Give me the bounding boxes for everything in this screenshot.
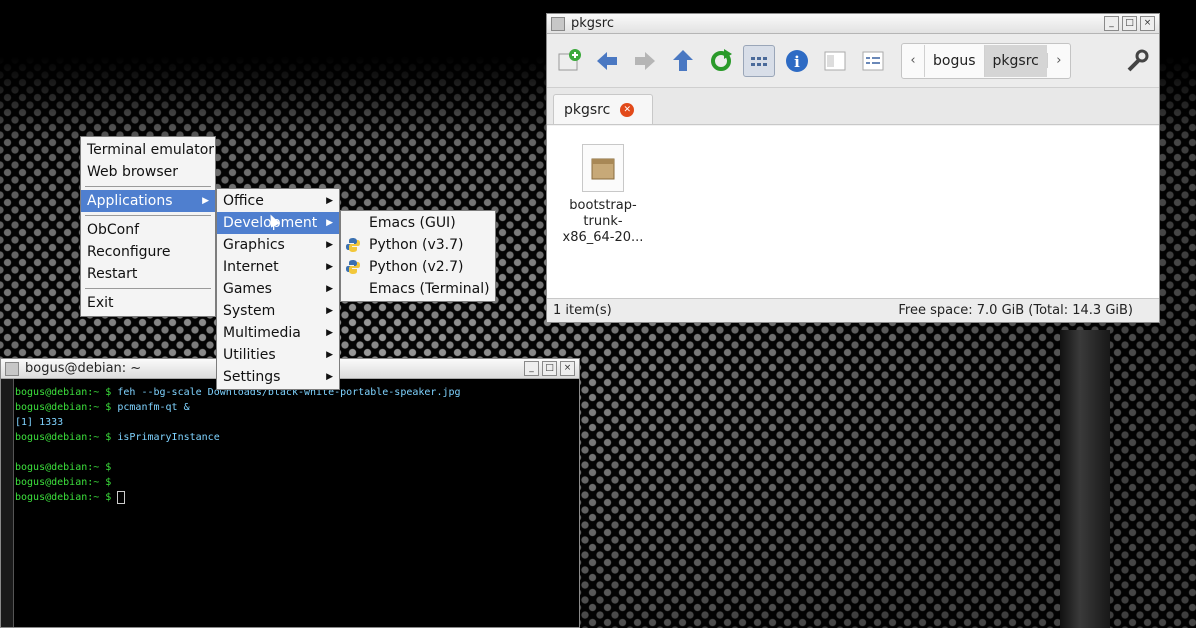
menu-item-internet[interactable]: Internet ▶	[217, 256, 339, 278]
tab-pkgsrc[interactable]: pkgsrc ✕	[553, 94, 653, 124]
info-icon[interactable]: i	[781, 45, 813, 77]
up-arrow-icon[interactable]	[667, 45, 699, 77]
terminal-line: bogus@debian:~ $	[15, 490, 461, 505]
file-manager-window[interactable]: pkgsrc _ □ × i ‹ bogus pkgsrc › pkgsrc ✕…	[546, 13, 1160, 323]
menu-item-label: Emacs (GUI)	[369, 215, 456, 231]
menu-item-office[interactable]: Office ▶	[217, 190, 339, 212]
minimize-button[interactable]: _	[1104, 16, 1119, 31]
submenu-arrow-icon: ▶	[326, 328, 333, 338]
menu-item-terminal-emulator[interactable]: Terminal emulator	[81, 139, 215, 161]
menu-item-restart[interactable]: Restart	[81, 263, 215, 285]
submenu-arrow-icon: ▶	[326, 306, 333, 316]
folder-app-icon	[551, 16, 565, 31]
menu-item-exit[interactable]: Exit	[81, 292, 215, 314]
submenu-arrow-icon: ▶	[326, 350, 333, 360]
path-crumb-current[interactable]: pkgsrc	[983, 44, 1047, 77]
menu-item-label: Settings	[223, 369, 281, 385]
menu-item-emacs-terminal[interactable]: Emacs (Terminal)	[341, 278, 495, 300]
menu-item-label: Internet	[223, 259, 279, 275]
toolbar: i ‹ bogus pkgsrc ›	[547, 34, 1159, 88]
path-scroll-right-button[interactable]: ›	[1046, 53, 1070, 68]
svg-text:i: i	[794, 53, 800, 71]
submenu-arrow-icon: ▶	[326, 284, 333, 294]
submenu-arrow-icon: ▶	[326, 240, 333, 250]
submenu-arrow-icon: ▶	[326, 372, 333, 382]
close-button[interactable]: ×	[1140, 16, 1155, 31]
menu-item-emacs-gui[interactable]: Emacs (GUI)	[341, 212, 495, 234]
terminal-window[interactable]: bogus@debian: ~ _ □ × bogus@debian:~ $ f…	[0, 358, 580, 628]
menu-item-label: Applications	[87, 193, 173, 209]
terminal-app-icon	[5, 361, 19, 376]
menu-item-utilities[interactable]: Utilities ▶	[217, 344, 339, 366]
file-list-area[interactable]: bootstrap-trunk-x86_64-20...	[547, 126, 1159, 299]
menu-item-obconf[interactable]: ObConf	[81, 219, 215, 241]
menu-item-web-browser[interactable]: Web browser	[81, 161, 215, 183]
menu-item-reconfigure[interactable]: Reconfigure	[81, 241, 215, 263]
menu-item-label: Graphics	[223, 237, 285, 253]
menu-item-python-3[interactable]: Python (v3.7)	[341, 234, 495, 256]
terminal-minimize-button[interactable]: _	[524, 361, 539, 376]
file-item[interactable]: bootstrap-trunk-x86_64-20...	[559, 144, 647, 246]
menu-item-multimedia[interactable]: Multimedia ▶	[217, 322, 339, 344]
compact-view-icon[interactable]	[819, 45, 851, 77]
submenu-arrow-icon: ▶	[326, 196, 333, 206]
python-icon	[346, 260, 360, 274]
terminal-output[interactable]: bogus@debian:~ $ feh --bg-scale Download…	[15, 385, 461, 505]
maximize-button[interactable]: □	[1122, 16, 1137, 31]
terminal-line: bogus@debian:~ $ pcmanfm-qt &	[15, 402, 190, 413]
menu-item-label: Python (v2.7)	[369, 259, 464, 275]
submenu-arrow-icon: ▶	[326, 262, 333, 272]
menu-item-label: Games	[223, 281, 272, 297]
menu-item-label: Utilities	[223, 347, 276, 363]
archive-file-icon	[582, 144, 624, 192]
tab-label: pkgsrc	[564, 101, 611, 118]
reload-icon[interactable]	[705, 45, 737, 77]
window-title: pkgsrc	[571, 16, 615, 31]
terminal-maximize-button[interactable]: □	[542, 361, 557, 376]
terminal-line: bogus@debian:~ $	[15, 477, 118, 488]
file-name: bootstrap-trunk-x86_64-20...	[562, 198, 644, 245]
submenu-arrow-icon: ▶	[202, 196, 209, 206]
menu-item-settings[interactable]: Settings ▶	[217, 366, 339, 388]
python-icon	[346, 238, 360, 252]
menu-separator	[85, 186, 211, 187]
menu-item-label: Multimedia	[223, 325, 301, 341]
path-crumb-home[interactable]: bogus	[924, 44, 984, 77]
menu-item-applications[interactable]: Applications ▶	[81, 190, 215, 212]
file-manager-titlebar[interactable]: pkgsrc _ □ ×	[547, 14, 1159, 34]
menu-item-system[interactable]: System ▶	[217, 300, 339, 322]
menu-item-label: Python (v3.7)	[369, 237, 464, 253]
menu-separator	[85, 215, 211, 216]
terminal-close-button[interactable]: ×	[560, 361, 575, 376]
menu-item-label: Office	[223, 193, 264, 209]
icon-view-icon[interactable]	[743, 44, 775, 77]
menu-item-graphics[interactable]: Graphics ▶	[217, 234, 339, 256]
detailed-view-icon[interactable]	[857, 45, 889, 77]
development-menu: Emacs (GUI) Python (v3.7) Python (v2.7) …	[340, 210, 496, 302]
terminal-line: [1] 1333	[15, 417, 64, 428]
forward-arrow-icon[interactable]	[629, 45, 661, 77]
submenu-arrow-icon: ▶	[326, 218, 333, 228]
menu-item-games[interactable]: Games ▶	[217, 278, 339, 300]
new-tab-icon[interactable]	[553, 45, 585, 77]
terminal-side-strip	[1, 379, 14, 627]
wrench-icon[interactable]	[1121, 45, 1153, 77]
status-free-space: Free space: 7.0 GiB (Total: 14.3 GiB)	[898, 303, 1133, 318]
path-bar: ‹ bogus pkgsrc ›	[901, 42, 1071, 79]
terminal-line: bogus@debian:~ $	[15, 462, 118, 473]
tab-bar: pkgsrc ✕	[547, 88, 1159, 125]
status-item-count: 1 item(s)	[553, 303, 612, 318]
terminal-cursor	[117, 490, 126, 504]
back-arrow-icon[interactable]	[591, 45, 623, 77]
root-menu: Terminal emulator Web browser Applicatio…	[80, 136, 216, 317]
menu-item-python-2[interactable]: Python (v2.7)	[341, 256, 495, 278]
menu-item-label: System	[223, 303, 276, 319]
path-scroll-left-button[interactable]: ‹	[902, 53, 924, 68]
menu-item-label: Emacs (Terminal)	[369, 281, 490, 297]
terminal-line: bogus@debian:~ $ isPrimaryInstance	[15, 432, 220, 443]
menu-separator	[85, 288, 211, 289]
status-bar: 1 item(s) Free space: 7.0 GiB (Total: 14…	[547, 298, 1159, 322]
tab-close-icon[interactable]: ✕	[620, 102, 635, 117]
